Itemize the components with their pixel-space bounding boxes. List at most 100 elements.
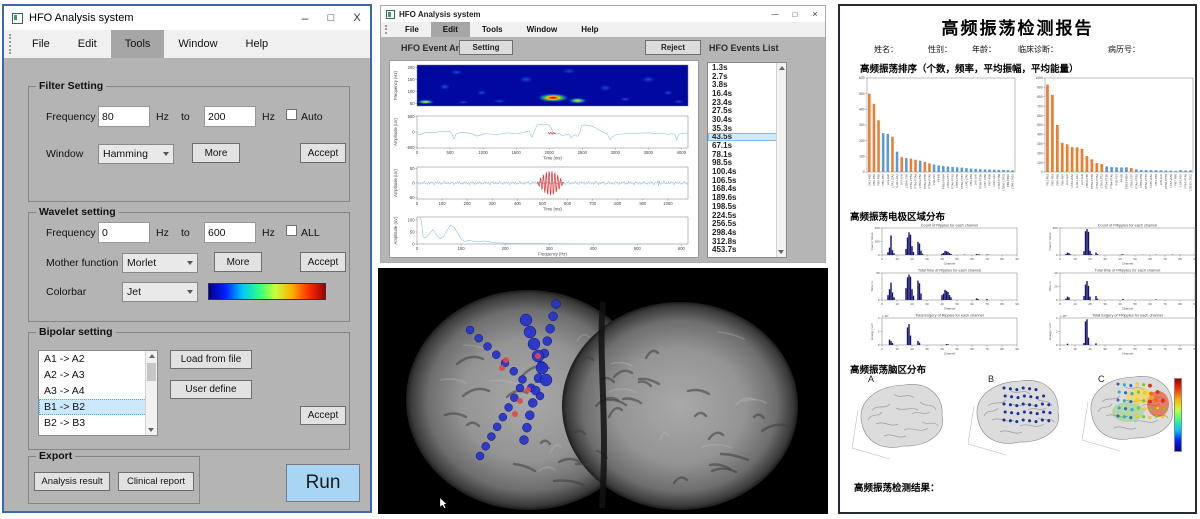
to-label: to bbox=[181, 227, 190, 239]
wavelet-freq-to-input[interactable]: 600 bbox=[204, 222, 256, 243]
all-checkbox[interactable] bbox=[286, 225, 297, 236]
hfo-event-item[interactable]: 1.3s bbox=[708, 63, 779, 72]
scroll-up-icon[interactable] bbox=[779, 66, 785, 70]
bipolar-channel-item[interactable]: A3 -> A4 bbox=[39, 383, 149, 399]
hfo-event-item[interactable]: 78.1s bbox=[708, 150, 779, 159]
menu-drag-handle[interactable] bbox=[385, 25, 390, 34]
title-bar[interactable]: HFO Analysis system — □ × bbox=[381, 6, 825, 22]
menu-item-edit[interactable]: Edit bbox=[64, 30, 111, 58]
wavelet-freq-from-input[interactable]: 0 bbox=[98, 222, 150, 243]
hfo-event-item[interactable]: 189.6s bbox=[708, 193, 779, 202]
svg-text:Energy / uV²: Energy / uV² bbox=[870, 323, 874, 340]
hfo-event-item[interactable]: 30.4s bbox=[708, 115, 779, 124]
minimize-button[interactable]: – bbox=[292, 6, 318, 30]
svg-text:LTB4-LTB5: LTB4-LTB5 bbox=[1085, 174, 1089, 188]
bipolar-channel-item[interactable]: B1 -> B2 bbox=[39, 399, 149, 415]
reject-button[interactable]: Reject bbox=[645, 40, 701, 55]
hfo-event-item[interactable]: 168.4s bbox=[708, 185, 779, 194]
svg-text:PB3-PB4: PB3-PB4 bbox=[1154, 174, 1158, 186]
filter-freq-to-input[interactable]: 200 bbox=[204, 106, 256, 127]
bipolar-channel-list[interactable]: A1 -> A2A2 -> A3A3 -> A4B1 -> B2B2 -> B3 bbox=[38, 350, 158, 436]
menu-drag-handle[interactable] bbox=[9, 34, 14, 54]
mother-function-select[interactable]: Morlet bbox=[122, 253, 198, 273]
menu-item-help[interactable]: Help bbox=[569, 22, 610, 37]
hfo-event-item[interactable]: 256.5s bbox=[708, 219, 779, 228]
hfo-event-item[interactable]: 198.5s bbox=[708, 202, 779, 211]
hfo-event-item[interactable]: 35.3s bbox=[708, 124, 779, 133]
filter-freq-from-input[interactable]: 80 bbox=[98, 106, 150, 127]
window-select[interactable]: Hamming bbox=[98, 144, 174, 164]
svg-text:10: 10 bbox=[1073, 302, 1077, 306]
wavelet-more-button[interactable]: More bbox=[214, 252, 262, 272]
hfo-event-item[interactable]: 100.4s bbox=[708, 167, 779, 176]
menu-item-tools[interactable]: Tools bbox=[470, 22, 515, 37]
hfo-event-item[interactable]: 98.5s bbox=[708, 159, 779, 168]
svg-text:600: 600 bbox=[859, 76, 865, 80]
svg-text:100: 100 bbox=[1037, 161, 1043, 165]
run-button[interactable]: Run bbox=[286, 464, 360, 502]
scrollbar[interactable] bbox=[776, 63, 786, 257]
hfo-event-item[interactable]: 224.5s bbox=[708, 211, 779, 220]
hfo-events-list[interactable]: 1.3s2.7s3.8s16.4s23.4s27.5s30.4s35.3s43.… bbox=[707, 62, 787, 258]
load-from-file-button[interactable]: Load from file bbox=[170, 350, 252, 369]
svg-text:90: 90 bbox=[1015, 257, 1019, 261]
close-button[interactable]: X bbox=[344, 6, 370, 30]
svg-text:LH11-LH12: LH11-LH12 bbox=[1075, 174, 1079, 189]
scroll-down-icon[interactable] bbox=[778, 250, 784, 254]
svg-text:PTA4-PTA5: PTA4-PTA5 bbox=[927, 174, 931, 189]
wavelet-accept-button[interactable]: Accept bbox=[300, 252, 346, 272]
auto-checkbox[interactable] bbox=[286, 109, 297, 120]
svg-text:PSB3-PSB4: PSB3-PSB4 bbox=[941, 174, 945, 190]
patient-field-label: 性别： bbox=[928, 44, 952, 55]
hfo-event-item[interactable]: 453.7s bbox=[708, 245, 779, 254]
svg-text:80: 80 bbox=[1000, 257, 1004, 261]
setting-button[interactable]: Setting bbox=[459, 40, 513, 55]
title-bar[interactable]: HFO Analysis system – □ X bbox=[4, 6, 370, 30]
hfo-event-item[interactable]: 312.8s bbox=[708, 237, 779, 246]
hfo-event-item[interactable]: 3.8s bbox=[708, 80, 779, 89]
brain-3d-view[interactable] bbox=[378, 268, 828, 514]
bipolar-accept-button[interactable]: Accept bbox=[300, 406, 346, 425]
hfo-event-item[interactable]: 2.7s bbox=[708, 72, 779, 81]
hfo-event-item[interactable]: 67.1s bbox=[708, 141, 779, 150]
filter-accept-button[interactable]: Accept bbox=[300, 143, 346, 163]
maximize-button[interactable]: □ bbox=[785, 6, 805, 22]
svg-text:50: 50 bbox=[1133, 302, 1137, 306]
svg-text:0: 0 bbox=[416, 201, 419, 206]
hfo-event-item[interactable]: 16.4s bbox=[708, 89, 779, 98]
hfo-event-item[interactable]: 43.5s bbox=[708, 133, 779, 142]
svg-text:PTA7-PTA8: PTA7-PTA8 bbox=[997, 174, 1001, 189]
user-define-button[interactable]: User define bbox=[170, 380, 252, 399]
hfo-event-item[interactable]: 23.4s bbox=[708, 98, 779, 107]
menu-item-tools[interactable]: Tools bbox=[111, 30, 165, 58]
minimize-button[interactable]: — bbox=[765, 6, 785, 22]
bipolar-channel-item[interactable]: B2 -> B3 bbox=[39, 415, 149, 431]
scroll-thumb[interactable] bbox=[147, 363, 156, 381]
hz-label: Hz bbox=[262, 111, 275, 123]
svg-text:PB3-PB4: PB3-PB4 bbox=[969, 174, 973, 186]
menu-item-window[interactable]: Window bbox=[515, 22, 570, 37]
filter-more-button[interactable]: More bbox=[192, 143, 240, 163]
hfo-event-item[interactable]: 27.5s bbox=[708, 106, 779, 115]
clinical-report-button[interactable]: Clinical report bbox=[118, 472, 194, 491]
scroll-up-icon[interactable] bbox=[149, 354, 155, 358]
hfo-event-item[interactable]: 298.4s bbox=[708, 228, 779, 237]
bipolar-channel-item[interactable]: A1 -> A2 bbox=[39, 351, 149, 367]
menu-item-window[interactable]: Window bbox=[164, 30, 231, 58]
close-button[interactable]: × bbox=[805, 6, 825, 22]
analysis-result-button[interactable]: Analysis result bbox=[34, 472, 110, 491]
colorbar-select[interactable]: Jet bbox=[122, 282, 198, 302]
scrollbar[interactable] bbox=[145, 351, 157, 435]
menu-item-file[interactable]: File bbox=[393, 22, 431, 37]
svg-text:LTA5-LTA6: LTA5-LTA6 bbox=[964, 174, 968, 188]
menu-item-file[interactable]: File bbox=[18, 30, 64, 58]
hist-energy-ripples: 0240102030405060708090Energy / uV²Channe… bbox=[868, 312, 1020, 356]
maximize-button[interactable]: □ bbox=[318, 6, 344, 30]
svg-text:0: 0 bbox=[412, 180, 415, 185]
menu-item-help[interactable]: Help bbox=[232, 30, 283, 58]
hfo-event-item[interactable]: 106.5s bbox=[708, 176, 779, 185]
bipolar-channel-item[interactable]: A2 -> A3 bbox=[39, 367, 149, 383]
scroll-down-icon[interactable] bbox=[148, 428, 154, 432]
svg-text:LH5-LH6: LH5-LH6 bbox=[1159, 174, 1163, 186]
menu-item-edit[interactable]: Edit bbox=[431, 22, 470, 37]
